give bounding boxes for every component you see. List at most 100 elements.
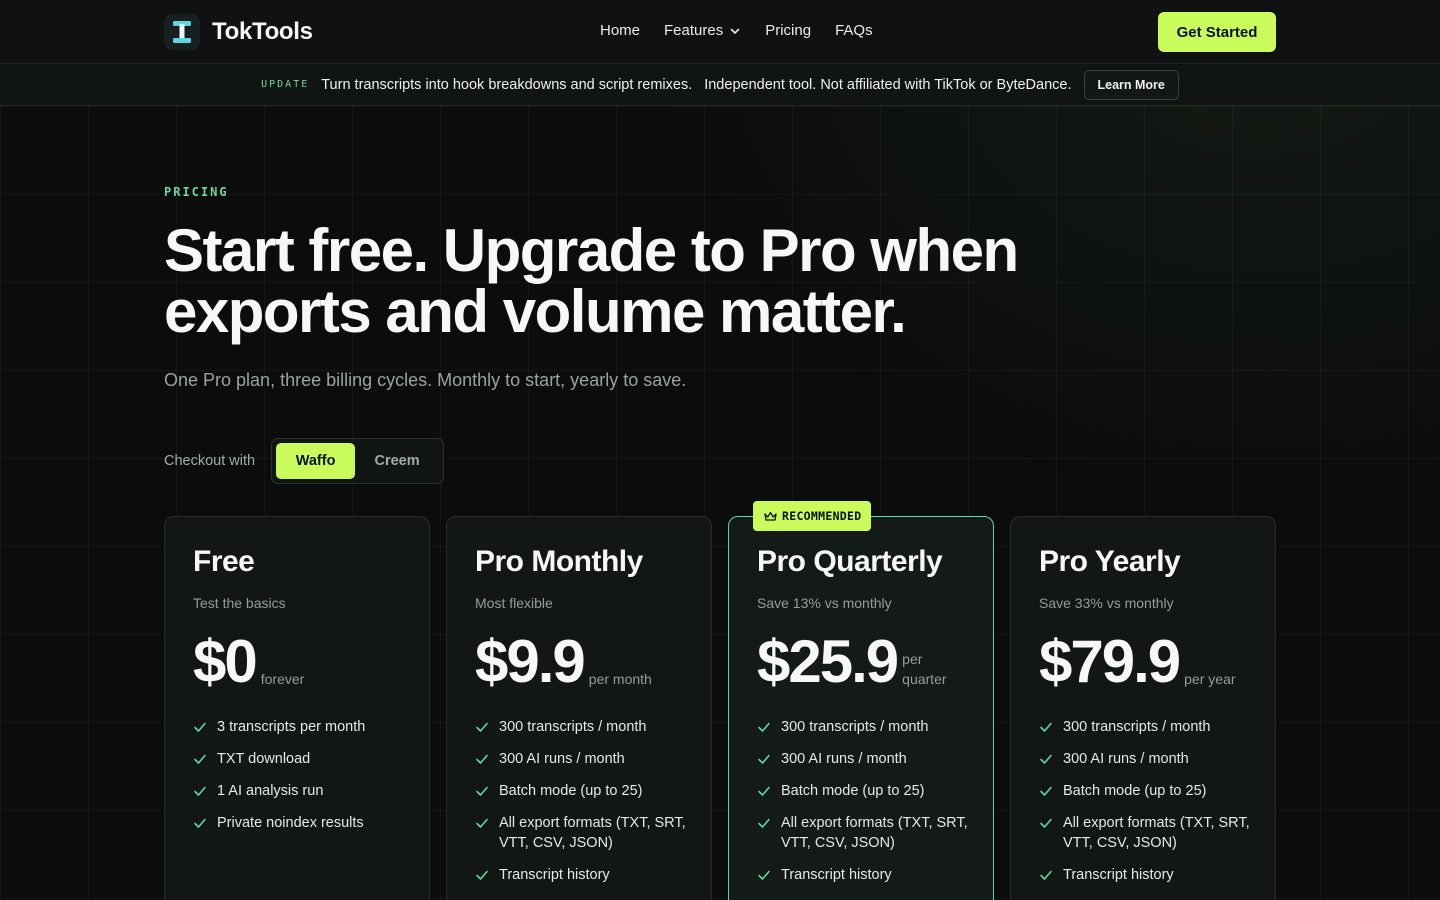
plan-subtitle: Save 33% vs monthly: [1039, 595, 1174, 611]
logo-icon: [164, 14, 200, 50]
check-icon: [475, 717, 491, 737]
feature-item: 300 AI runs / month: [475, 749, 695, 769]
page-title-line-2: exports and volume matter.: [164, 278, 907, 345]
check-icon: [475, 813, 491, 833]
price-row: $79.9 per year: [1039, 627, 1244, 697]
page-subtitle: One Pro plan, three billing cycles. Mont…: [164, 370, 687, 390]
check-icon: [1039, 865, 1055, 885]
plan-card-free: Free Test the basics $0 forever 3 transc…: [164, 516, 430, 900]
check-icon: [757, 781, 773, 801]
banner-text-disclaimer: Independent tool. Not affiliated with Ti…: [704, 76, 1072, 93]
plan-period: forever: [260, 671, 305, 687]
check-icon: [475, 749, 491, 769]
feature-text: 1 AI analysis run: [217, 783, 324, 799]
feature-list: 3 transcripts per month TXT download 1 A…: [193, 717, 413, 845]
feature-item: Transcript history: [757, 865, 977, 885]
feature-item: All export formats (TXT, SRT, VTT, CSV, …: [1039, 813, 1259, 853]
plan-price: $0: [193, 628, 258, 695]
feature-text: 300 transcripts / month: [781, 719, 929, 735]
feature-text: Batch mode (up to 25): [499, 783, 643, 799]
check-icon: [475, 865, 491, 885]
provider-creem-button[interactable]: Creem: [355, 443, 439, 479]
feature-item: 300 transcripts / month: [757, 717, 977, 737]
feature-text: TXT download: [217, 751, 311, 767]
learn-more-button[interactable]: Learn More: [1083, 69, 1179, 100]
check-icon: [193, 749, 209, 769]
feature-item: TXT download: [193, 749, 413, 769]
site-header: TokTools Home Features Pricing FAQs Get …: [0, 0, 1440, 64]
feature-list: 300 transcripts / month 300 AI runs / mo…: [1039, 717, 1259, 897]
nav-faqs[interactable]: FAQs: [835, 22, 873, 39]
feature-text: Batch mode (up to 25): [1063, 783, 1207, 799]
feature-text: 300 transcripts / month: [499, 719, 647, 735]
check-icon: [757, 865, 773, 885]
get-started-button[interactable]: Get Started: [1158, 12, 1276, 52]
plan-price: $9.9: [475, 628, 586, 695]
feature-item: Batch mode (up to 25): [757, 781, 977, 801]
check-icon: [757, 813, 773, 833]
feature-text: All export formats (TXT, SRT, VTT, CSV, …: [499, 815, 686, 851]
plan-price: $79.9: [1039, 628, 1181, 695]
feature-list: 300 transcripts / month 300 AI runs / mo…: [757, 717, 977, 897]
plan-name: Pro Monthly: [475, 545, 643, 578]
nav-features-label: Features: [664, 22, 724, 39]
plan-price: $25.9: [757, 628, 899, 695]
plan-period: per year: [1184, 671, 1236, 687]
section-eyebrow: PRICING: [164, 185, 229, 199]
plan-name: Pro Quarterly: [757, 545, 943, 578]
feature-list: 300 transcripts / month 300 AI runs / mo…: [475, 717, 695, 897]
check-icon: [475, 781, 491, 801]
feature-text: All export formats (TXT, SRT, VTT, CSV, …: [781, 815, 968, 851]
feature-item: Private noindex results: [193, 813, 413, 833]
checkout-selector: Checkout with Waffo Creem: [164, 438, 445, 484]
feature-text: Batch mode (up to 25): [781, 783, 925, 799]
plan-period: per quarter: [902, 651, 947, 687]
feature-item: Batch mode (up to 25): [475, 781, 695, 801]
page-title-line-1: Start free. Upgrade to Pro when: [164, 217, 1019, 284]
provider-waffo-button[interactable]: Waffo: [276, 443, 356, 479]
brand-name: TokTools: [212, 18, 313, 45]
check-icon: [1039, 749, 1055, 769]
feature-item: 1 AI analysis run: [193, 781, 413, 801]
check-icon: [1039, 781, 1055, 801]
brand-logo[interactable]: TokTools: [164, 14, 313, 50]
plan-subtitle: Most flexible: [475, 595, 553, 611]
update-banner: UPDATE Turn transcripts into hook breakd…: [0, 64, 1440, 106]
feature-text: Transcript history: [1063, 867, 1174, 883]
price-row: $25.9 per quarter: [757, 627, 962, 697]
feature-text: Private noindex results: [217, 815, 364, 831]
feature-item: 300 transcripts / month: [475, 717, 695, 737]
feature-item: All export formats (TXT, SRT, VTT, CSV, …: [757, 813, 977, 853]
feature-text: 300 AI runs / month: [499, 751, 625, 767]
main-nav: Home Features Pricing FAQs: [600, 22, 873, 39]
recommended-label: RECOMMENDED: [782, 509, 862, 523]
feature-item: Transcript history: [475, 865, 695, 885]
plan-subtitle: Save 13% vs monthly: [757, 595, 892, 611]
checkout-label: Checkout with: [164, 453, 256, 469]
crown-icon: [764, 511, 777, 521]
check-icon: [193, 781, 209, 801]
plan-card-pro-monthly: Pro Monthly Most flexible $9.9 per month…: [446, 516, 712, 900]
check-icon: [1039, 813, 1055, 833]
plan-name: Free: [193, 545, 255, 578]
nav-home[interactable]: Home: [600, 22, 640, 39]
chevron-down-icon: [730, 28, 740, 34]
payment-provider-toggle: Waffo Creem: [271, 438, 445, 484]
feature-item: Transcript history: [1039, 865, 1259, 885]
check-icon: [757, 717, 773, 737]
feature-text: 300 AI runs / month: [781, 751, 907, 767]
plan-name: Pro Yearly: [1039, 545, 1181, 578]
feature-text: 3 transcripts per month: [217, 719, 366, 735]
banner-tag: UPDATE: [261, 79, 310, 90]
page-title: Start free. Upgrade to Pro when exports …: [164, 220, 1164, 342]
price-row: $0 forever: [193, 627, 304, 697]
feature-item: 300 transcripts / month: [1039, 717, 1259, 737]
check-icon: [193, 717, 209, 737]
nav-features[interactable]: Features: [664, 22, 741, 39]
feature-item: All export formats (TXT, SRT, VTT, CSV, …: [475, 813, 695, 853]
nav-pricing[interactable]: Pricing: [765, 22, 811, 39]
check-icon: [1039, 717, 1055, 737]
check-icon: [757, 749, 773, 769]
plan-card-pro-yearly: Pro Yearly Save 33% vs monthly $79.9 per…: [1010, 516, 1276, 900]
feature-text: All export formats (TXT, SRT, VTT, CSV, …: [1063, 815, 1250, 851]
